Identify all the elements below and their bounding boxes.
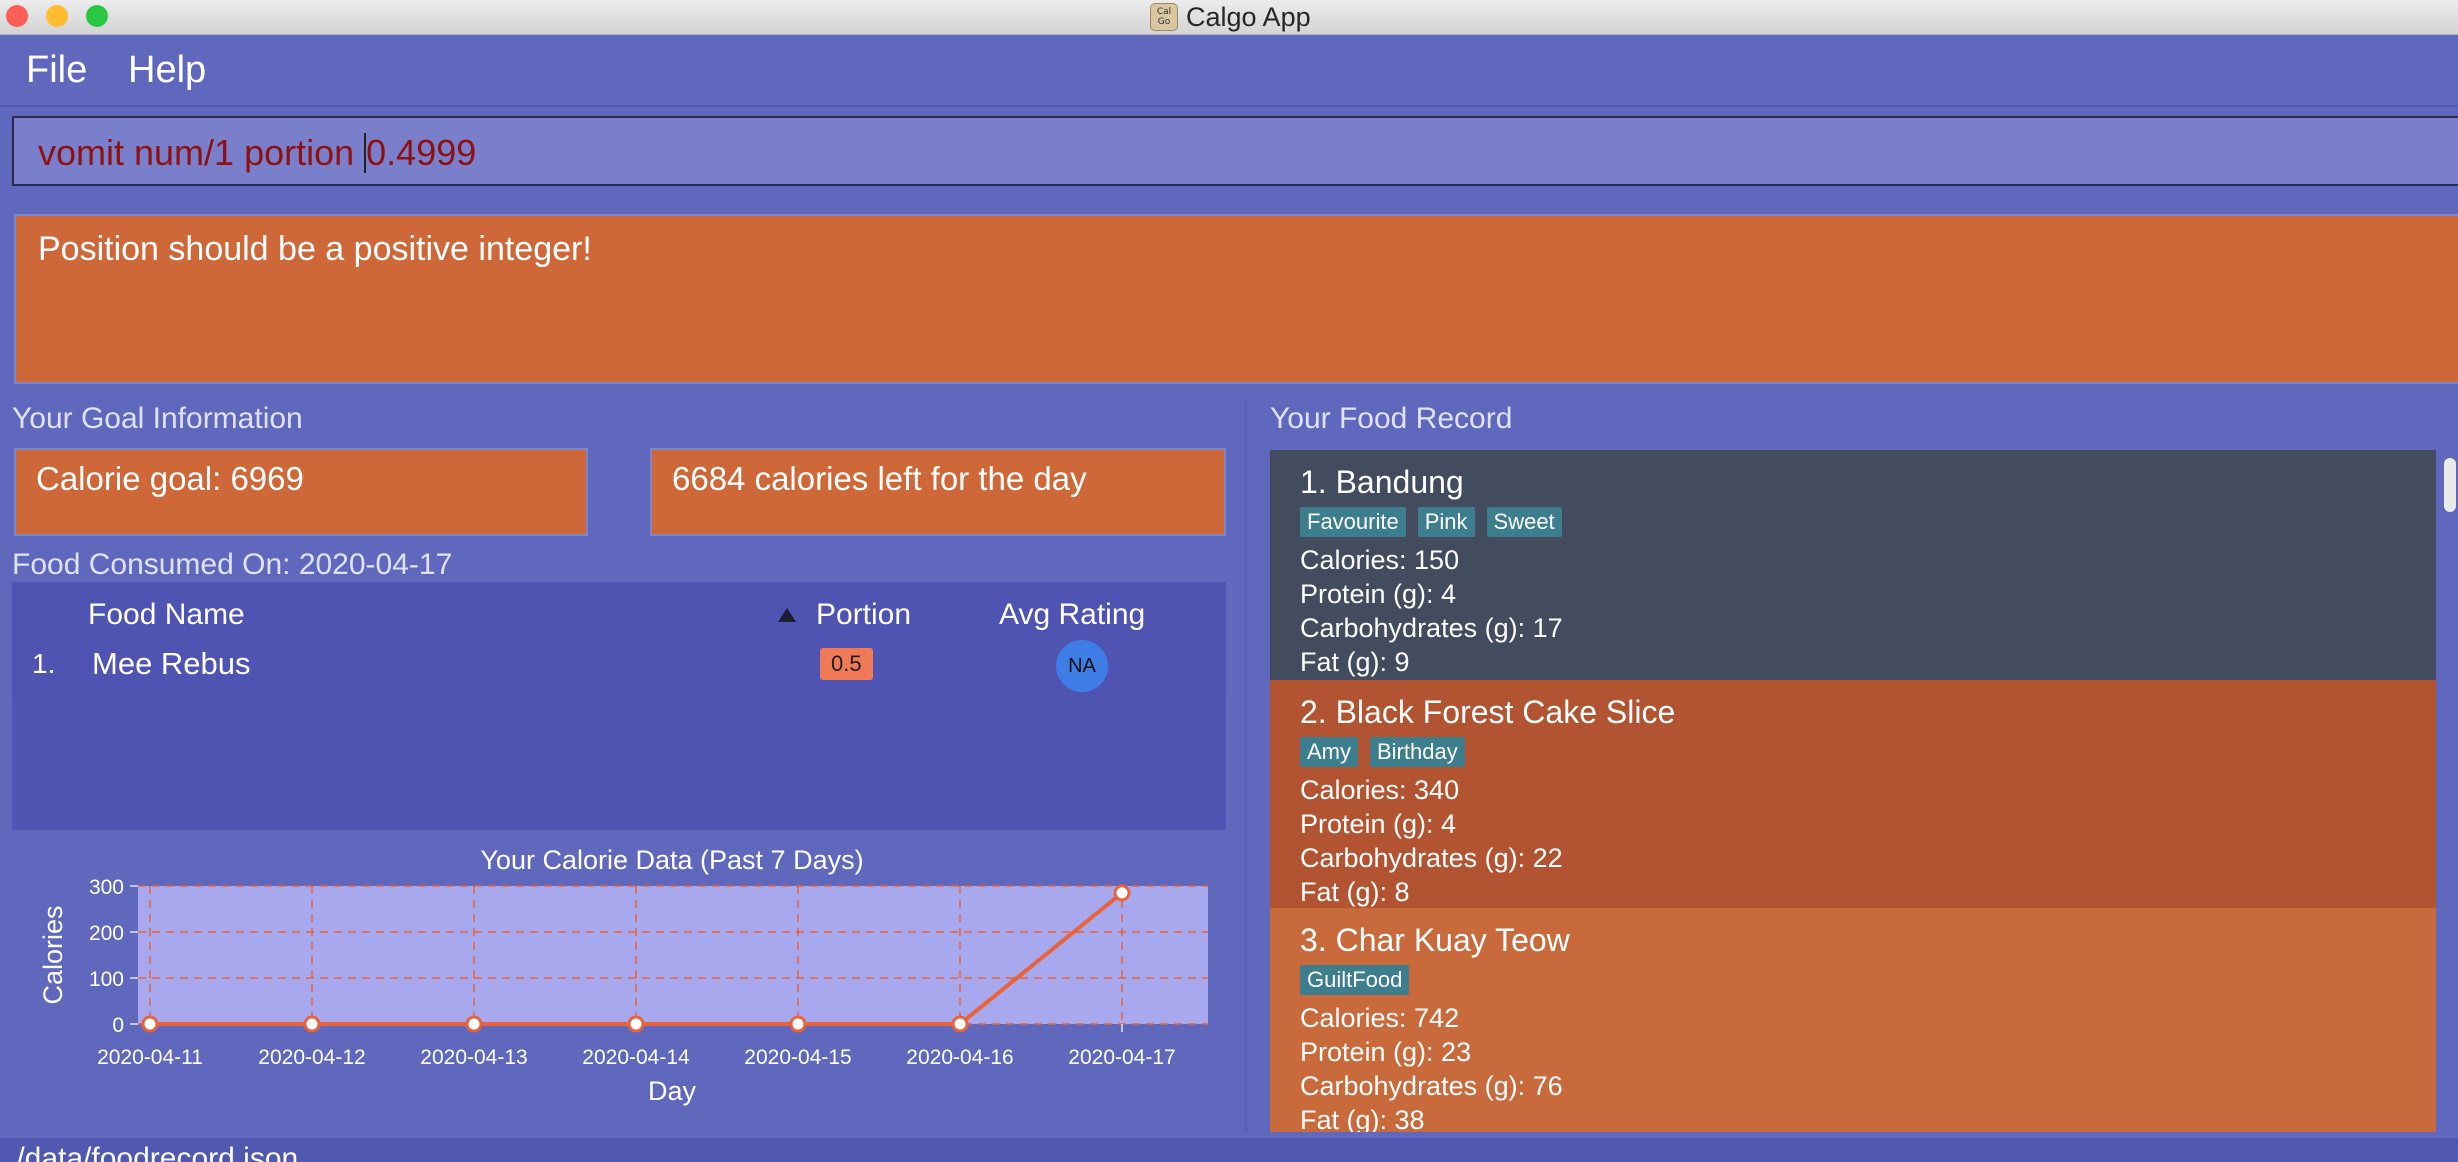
tag-list: GuiltFood: [1300, 965, 2436, 995]
tag: Favourite: [1300, 507, 1406, 537]
food-record-list: 1. Bandung Favourite Pink Sweet Calories…: [1270, 450, 2436, 1132]
table-empty-area: [12, 698, 1226, 830]
calories-text: Calories: 742: [1300, 1003, 1460, 1033]
data-point: [951, 1015, 969, 1033]
command-text-after-caret: 0.4999: [366, 132, 477, 173]
data-point: [303, 1015, 321, 1033]
column-header-food-name[interactable]: Food Name: [88, 598, 245, 632]
goal-section-label: Your Goal Information: [12, 402, 303, 435]
data-point: [465, 1015, 483, 1033]
calories-left-text: 6684 calories left for the day: [672, 460, 1087, 497]
scrollbar-thumb[interactable]: [2444, 458, 2456, 512]
y-tick-label: 100: [89, 968, 124, 991]
result-message: Position should be a positive integer!: [38, 230, 592, 268]
command-input[interactable]: vomit num/1 portion 0.4999: [12, 116, 2458, 186]
food-record-card[interactable]: 2. Black Forest Cake Slice Amy Birthday …: [1270, 680, 2436, 908]
tag: Sweet: [1486, 507, 1562, 537]
help-menu[interactable]: Help: [128, 49, 206, 92]
calorie-chart: Your Calorie Data (Past 7 Days) 0 100 200 3…: [12, 836, 1226, 1116]
close-window-button[interactable]: [6, 5, 28, 27]
tag: Birthday: [1370, 737, 1465, 767]
fat-text: Fat (g): 9: [1300, 647, 1410, 677]
food-record-card[interactable]: 3. Char Kuay Teow GuiltFood Calories: 74…: [1270, 908, 2436, 1132]
calorie-goal-box: Calorie goal: 6969: [14, 448, 588, 536]
carbohydrates-text: Carbohydrates (g): 76: [1300, 1071, 1563, 1101]
app-icon: Cal Go: [1150, 3, 1178, 31]
command-text: vomit num/1 portion 0.4999: [38, 132, 476, 174]
file-menu[interactable]: File: [26, 49, 87, 92]
food-record-card[interactable]: 1. Bandung Favourite Pink Sweet Calories…: [1270, 450, 2436, 680]
tag-list: Amy Birthday: [1300, 737, 2436, 767]
save-location-path: ./data/foodrecord.json: [8, 1142, 299, 1162]
food-consumed-table: Food Name Portion Avg Rating 1. Mee Rebu…: [12, 582, 1226, 830]
protein-text: Protein (g): 4: [1300, 579, 1457, 609]
calories-text: Calories: 340: [1300, 775, 1460, 805]
data-point: [627, 1015, 645, 1033]
calorie-chart-svg: Your Calorie Data (Past 7 Days) 0 100 200 3…: [38, 845, 1208, 1106]
protein-text: Protein (g): 4: [1300, 809, 1457, 839]
x-tick-label: 2020-04-12: [258, 1046, 365, 1069]
window-titlebar: Cal Go Calgo App: [0, 0, 2458, 35]
x-tick-label: 2020-04-17: [1068, 1046, 1175, 1069]
carbohydrates-text: Carbohydrates (g): 22: [1300, 843, 1563, 873]
tag: Amy: [1300, 737, 1358, 767]
x-axis-label: Day: [648, 1076, 697, 1106]
column-header-avg-rating[interactable]: Avg Rating: [999, 598, 1145, 632]
zoom-window-button[interactable]: [86, 5, 108, 27]
food-record-title: 2. Black Forest Cake Slice: [1300, 694, 1676, 730]
minimize-window-button[interactable]: [46, 5, 68, 27]
x-tick-label: 2020-04-16: [906, 1046, 1013, 1069]
command-text-before-caret: vomit num/1 portion: [38, 132, 365, 173]
x-tick-label: 2020-04-14: [582, 1046, 690, 1069]
tag-list: Favourite Pink Sweet: [1300, 507, 2436, 537]
status-bar: ./data/foodrecord.json: [0, 1138, 2458, 1162]
window-title: Calgo App: [1186, 1, 1311, 32]
data-point: [1113, 884, 1131, 902]
tag: GuiltFood: [1300, 965, 1410, 995]
food-record-title: 1. Bandung: [1300, 464, 1464, 500]
y-tick-label: 300: [89, 876, 124, 899]
y-tick-label: 0: [112, 1014, 124, 1037]
food-consumed-label: Food Consumed On: 2020-04-17: [12, 548, 453, 581]
y-tick-label: 200: [89, 922, 124, 945]
chart-title: Your Calorie Data (Past 7 Days): [480, 845, 863, 875]
rating-badge: NA: [1056, 640, 1108, 692]
sort-ascending-icon: [778, 608, 796, 622]
data-point: [141, 1015, 159, 1033]
panel-divider[interactable]: [1244, 400, 1248, 1132]
data-point: [789, 1015, 807, 1033]
x-tick-label: 2020-04-15: [744, 1046, 851, 1069]
result-display: Position should be a positive integer!: [14, 214, 2458, 384]
window-title-group: Cal Go Calgo App: [1150, 2, 1311, 32]
portion-badge: 0.5: [820, 648, 873, 680]
calories-text: Calories: 150: [1300, 545, 1460, 575]
fat-text: Fat (g): 8: [1300, 877, 1410, 907]
x-tick-label: 2020-04-13: [420, 1046, 527, 1069]
fat-text: Fat (g): 38: [1300, 1105, 1425, 1132]
protein-text: Protein (g): 23: [1300, 1037, 1472, 1067]
food-record-scrollbar[interactable]: [2440, 450, 2458, 1132]
calories-left-box: 6684 calories left for the day: [650, 448, 1226, 536]
carbohydrates-text: Carbohydrates (g): 17: [1300, 613, 1563, 643]
x-tick-label: 2020-04-11: [97, 1046, 203, 1069]
y-axis-ticks: 0 100 200 300: [89, 876, 138, 1037]
calorie-goal-text: Calorie goal: 6969: [36, 460, 304, 497]
food-record-title: 3. Char Kuay Teow: [1300, 922, 1570, 958]
row-food-name: Mee Rebus: [92, 646, 251, 681]
row-index: 1.: [32, 648, 56, 679]
food-record-label: Your Food Record: [1270, 402, 1513, 435]
tag: Pink: [1417, 507, 1475, 537]
column-header-portion[interactable]: Portion: [816, 598, 911, 632]
y-axis-label: Calories: [38, 905, 68, 1004]
menu-bar: File Help: [0, 35, 2458, 107]
